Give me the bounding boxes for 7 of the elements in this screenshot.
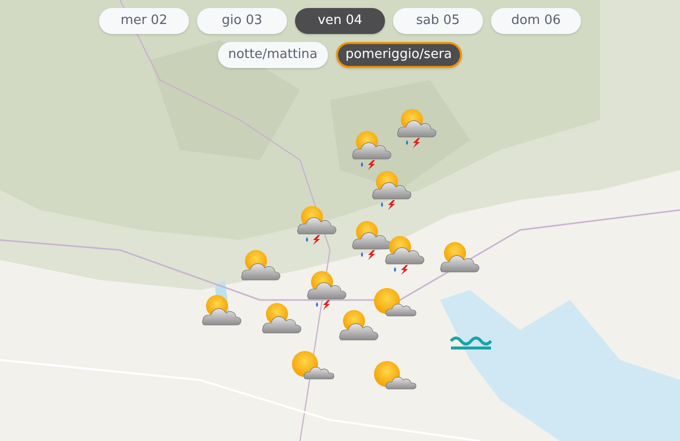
day-tab[interactable]: gio 03 — [197, 8, 287, 34]
period-tab[interactable]: notte/mattina — [218, 42, 328, 68]
day-tab[interactable]: sab 05 — [393, 8, 483, 34]
period-tab[interactable]: pomeriggio/sera — [336, 42, 462, 68]
day-tab[interactable]: ven 04 — [295, 8, 385, 34]
day-tab[interactable]: mer 02 — [99, 8, 189, 34]
day-tab[interactable]: dom 06 — [491, 8, 581, 34]
